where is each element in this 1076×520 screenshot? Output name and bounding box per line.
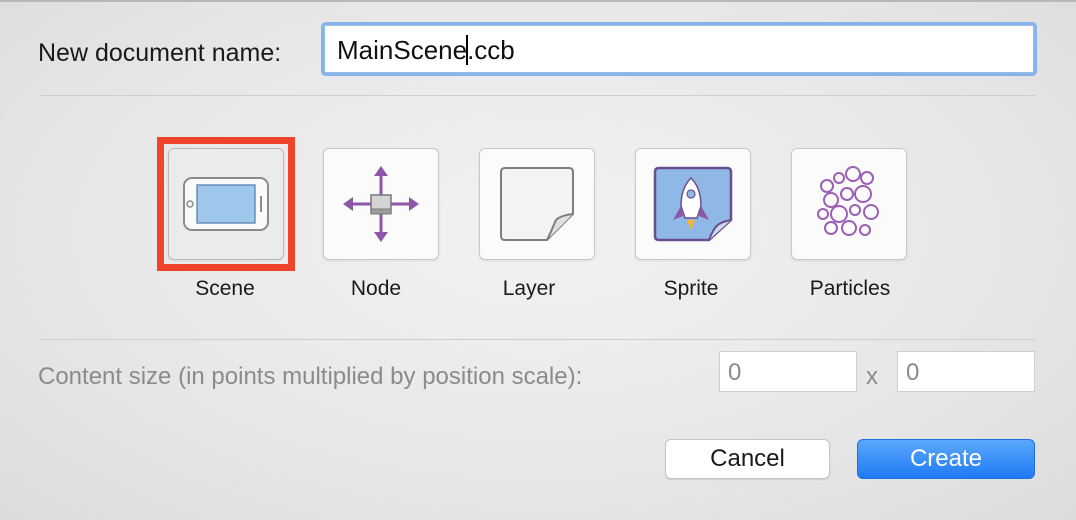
type-tile-scene[interactable]: [168, 148, 284, 260]
content-height-input[interactable]: 0: [897, 351, 1035, 392]
window-top-border: [0, 0, 1076, 2]
type-label-sprite: Sprite: [663, 277, 719, 300]
sprite-icon: [653, 166, 733, 242]
middle-divider: [40, 339, 1036, 340]
create-button[interactable]: Create: [857, 439, 1035, 479]
content-width-value: 0: [728, 359, 742, 386]
type-tile-layer[interactable]: [479, 148, 595, 260]
type-label-particles: Particles: [809, 277, 891, 300]
type-tile-sprite[interactable]: [635, 148, 751, 260]
type-tile-node[interactable]: [323, 148, 439, 260]
particles-icon: [817, 166, 879, 236]
top-divider: [40, 95, 1036, 96]
type-label-layer: Layer: [502, 277, 556, 300]
type-label-scene: Scene: [195, 277, 255, 300]
cancel-button[interactable]: Cancel: [665, 439, 830, 479]
document-name-label: New document name:: [38, 39, 282, 67]
node-icon: [343, 166, 419, 242]
times-label: x: [866, 363, 878, 390]
type-tile-particles[interactable]: [791, 148, 907, 260]
content-height-value: 0: [906, 359, 920, 386]
scene-icon: [183, 177, 269, 231]
content-width-input[interactable]: 0: [719, 351, 857, 392]
document-name-value: MainScene.ccb: [337, 35, 515, 65]
type-label-node: Node: [350, 277, 402, 300]
document-name-input[interactable]: MainScene.ccb: [324, 25, 1034, 73]
layer-icon: [500, 167, 574, 241]
content-size-label: Content size (in points multiplied by po…: [38, 363, 583, 390]
